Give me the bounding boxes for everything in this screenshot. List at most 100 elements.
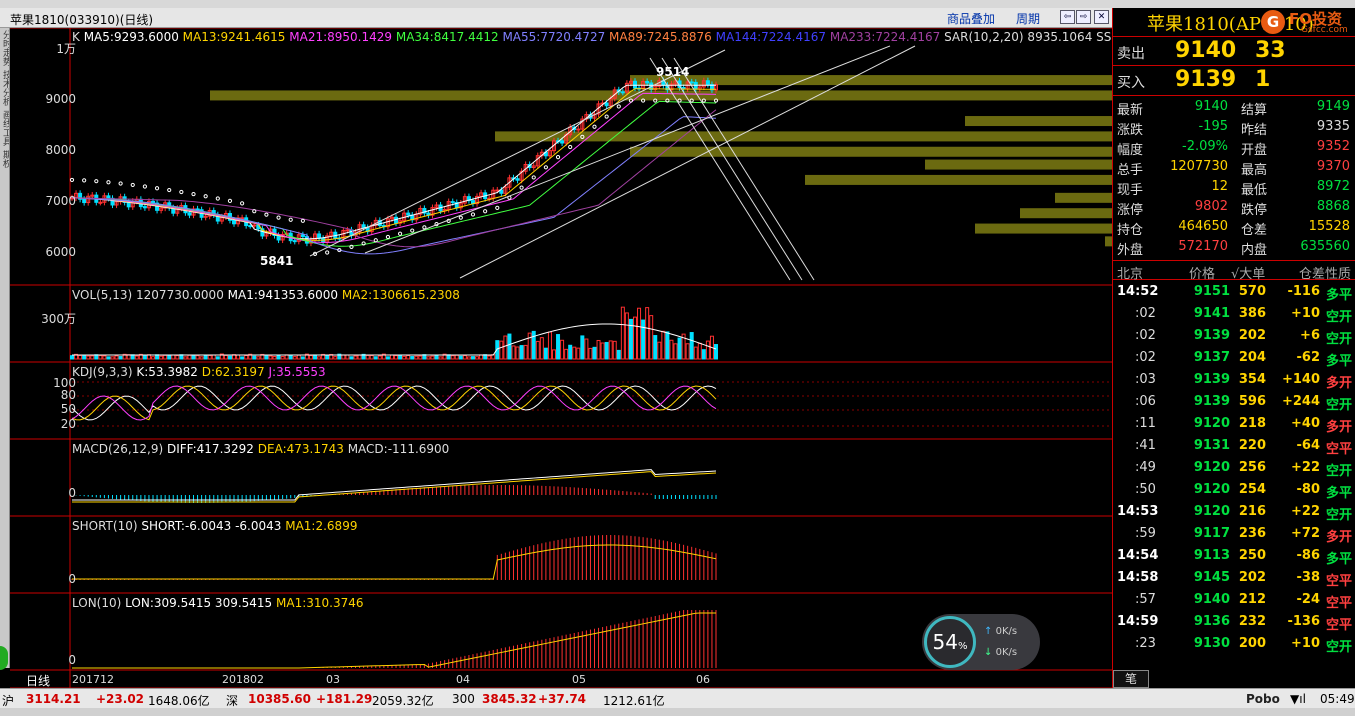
kline-chart-canvas[interactable]	[10, 28, 1112, 688]
volume-bar	[552, 350, 555, 359]
tick-volume: 386	[1239, 306, 1266, 321]
volume-bar	[625, 313, 628, 359]
volume-bar	[411, 357, 414, 359]
tick-nature: 空平	[1326, 592, 1352, 611]
kdj-d: D:62.3197	[202, 365, 265, 379]
volume-bar	[172, 355, 175, 359]
left-side-tabs[interactable]: 分时走势 技术分析 画线工具 期权	[0, 28, 10, 668]
sell-row[interactable]: 卖出 9140 33	[1113, 36, 1355, 66]
volume-bar	[83, 355, 86, 359]
tick-diff: -86	[1297, 548, 1321, 563]
volume-bar	[698, 343, 701, 359]
volume-profile-bar	[630, 147, 1112, 157]
volume-bar	[318, 357, 321, 359]
volume-bar	[617, 350, 620, 359]
tick-volume: 212	[1239, 592, 1266, 607]
sar-dot	[423, 226, 426, 229]
quote-value: 9352	[1317, 139, 1350, 154]
top-menu-strip	[0, 0, 1355, 8]
tick-volume: 254	[1239, 482, 1266, 497]
volume-bar	[152, 357, 155, 359]
quote-label: 跌停	[1241, 199, 1267, 218]
volume-bar	[188, 355, 191, 359]
overlay-button[interactable]: 商品叠加	[947, 10, 995, 27]
buy-label: 买入	[1117, 72, 1145, 92]
volume-bar	[91, 356, 94, 359]
tick-row: :06 9139 596 +244 空开	[1113, 392, 1355, 414]
tick-row: :49 9120 256 +22 空开	[1113, 458, 1355, 480]
clock: 05:49	[1320, 692, 1355, 706]
tick-time: :23	[1135, 636, 1156, 651]
tick-diff: +6	[1300, 328, 1320, 343]
tick-row: 14:59 9136 232 -136 空平	[1113, 612, 1355, 634]
volume-bar	[548, 332, 551, 359]
volume-bar	[314, 355, 317, 359]
sar-dot	[532, 176, 535, 179]
quote-label: 开盘	[1241, 139, 1267, 158]
chart-area[interactable]: K MA5:9293.6000 MA13:9241.4615 MA21:8950…	[10, 28, 1112, 688]
quote-row: 外盘 572170 内盘 635560	[1113, 238, 1355, 258]
volume-bar	[666, 332, 669, 359]
quote-row: 总手 1207730 最高 9370	[1113, 158, 1355, 178]
tick-nature: 空开	[1326, 394, 1352, 413]
volume-bar	[451, 356, 454, 359]
close-icon[interactable]: ✕	[1094, 10, 1109, 24]
col-time: 北京	[1117, 263, 1143, 282]
sar-dot	[471, 213, 474, 216]
ma-item-1: MA13:9241.4615	[179, 30, 286, 44]
sar-dot	[253, 210, 256, 213]
zoom-in-icon[interactable]: ⇨	[1076, 10, 1091, 24]
volume-bar	[107, 357, 110, 359]
kdj-y-50: 50	[20, 402, 76, 416]
volume-bar	[293, 357, 296, 359]
status-item: 3845.32	[482, 692, 537, 706]
volume-bar	[257, 357, 260, 359]
candle-body	[143, 207, 146, 208]
volume-bar	[569, 345, 572, 359]
volume-bar	[702, 350, 705, 359]
tab-ticks[interactable]: 笔	[1113, 670, 1149, 688]
sar-dot	[666, 99, 669, 102]
tick-time: 14:58	[1117, 570, 1158, 585]
tick-price: 9140	[1194, 592, 1230, 607]
quote-value: -195	[1198, 119, 1228, 134]
volume-bar	[192, 355, 195, 359]
sar-dot	[192, 192, 195, 195]
x-tick-06: 06	[696, 673, 710, 686]
sar-dot	[556, 156, 559, 159]
sar-dot	[496, 206, 499, 209]
buy-row[interactable]: 买入 9139 1	[1113, 66, 1355, 96]
tick-price: 9139	[1194, 372, 1230, 387]
zoom-out-icon[interactable]: ⇦	[1060, 10, 1075, 24]
volume-bar	[386, 357, 389, 359]
volume-bar	[540, 338, 543, 359]
quote-value: 8972	[1317, 179, 1350, 194]
tick-volume: 596	[1239, 394, 1266, 409]
quote-row: 持仓 464650 仓差 15528	[1113, 218, 1355, 238]
volume-bar	[374, 357, 377, 359]
volume-bar	[480, 355, 483, 359]
network-speed-widget[interactable]: 54% ↑ 0K/s ↓ 0K/s	[922, 614, 1040, 670]
sar-dot	[155, 187, 158, 190]
sar-dot	[386, 235, 389, 238]
sar-dot	[131, 183, 134, 186]
volume-bar	[524, 345, 527, 359]
tick-price: 9139	[1194, 328, 1230, 343]
sar-dot	[301, 219, 304, 222]
volume-bar	[605, 342, 608, 359]
period-button[interactable]: 周期	[1016, 10, 1040, 27]
sar-dot	[459, 216, 462, 219]
volume-bar	[253, 356, 256, 359]
y-label-6000: 6000	[20, 245, 76, 259]
volume-bar	[613, 341, 616, 359]
volume-bar	[164, 355, 167, 359]
tick-time: 14:52	[1117, 284, 1158, 299]
volume-bar	[346, 355, 349, 359]
volume-bar	[633, 317, 636, 359]
volume-bar	[269, 356, 272, 359]
tick-time: :59	[1135, 526, 1156, 541]
volume-bar	[715, 345, 718, 359]
ma-item-6: MA144:7224.4167	[712, 30, 826, 44]
tick-diff: +22	[1291, 460, 1320, 475]
quote-row: 涨停 9802 跌停 8868	[1113, 198, 1355, 218]
